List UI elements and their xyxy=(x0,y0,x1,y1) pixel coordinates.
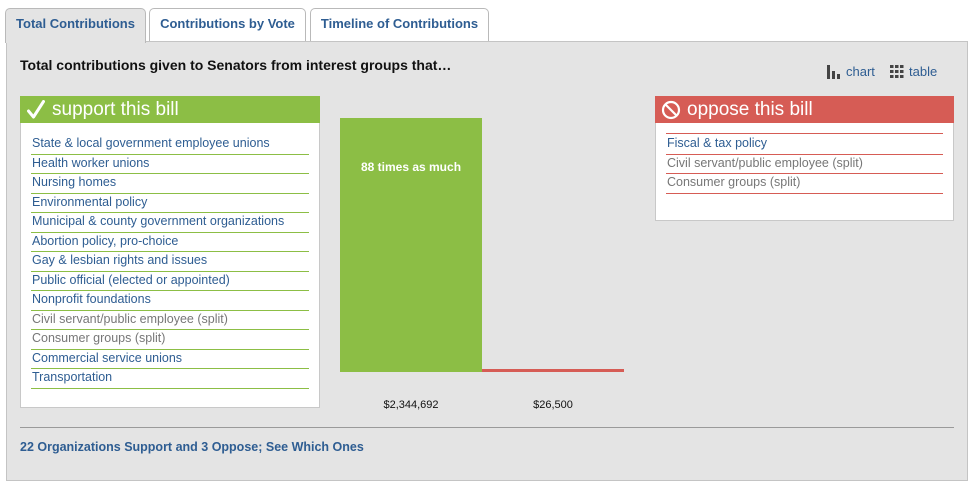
tab-timeline-of-contributions[interactable]: Timeline of Contributions xyxy=(310,8,489,41)
tab-total-contributions[interactable]: Total Contributions xyxy=(5,8,146,43)
org-link[interactable]: Environmental policy xyxy=(31,194,309,213)
oppose-list-divider xyxy=(666,133,943,134)
chart-bar-support: 88 times as much xyxy=(340,118,482,372)
table-view-label: table xyxy=(909,64,938,79)
org-link[interactable]: Gay & lesbian rights and issues xyxy=(31,252,309,272)
support-box: support this bill State & local governme… xyxy=(20,96,320,408)
oppose-header: oppose this bill xyxy=(655,96,954,123)
support-amount-label: $2,344,692 xyxy=(383,399,439,411)
org-link[interactable]: Nursing homes xyxy=(31,174,309,194)
org-link[interactable]: Public official (elected or appointed) xyxy=(31,272,309,291)
bar-chart-icon xyxy=(827,64,840,79)
chart-view-label: chart xyxy=(846,64,875,79)
support-header: support this bill xyxy=(20,96,320,123)
org-link[interactable]: Fiscal & tax policy xyxy=(666,135,943,155)
oppose-amount-label: $26,500 xyxy=(533,399,573,411)
org-link[interactable]: Health worker unions xyxy=(31,155,309,174)
table-view-toggle[interactable]: table xyxy=(890,64,937,79)
chart-view-toggle[interactable]: chart xyxy=(827,64,875,79)
org-link[interactable]: Transportation xyxy=(31,369,309,389)
chart-bar-oppose xyxy=(482,369,624,372)
org-link[interactable]: Civil servant/public employee (split) xyxy=(666,155,943,174)
oppose-org-list: Fiscal & tax policy Civil servant/public … xyxy=(666,135,943,194)
prohibited-icon xyxy=(661,99,681,121)
org-link[interactable]: Consumer groups (split) xyxy=(31,330,309,350)
org-link[interactable]: State & local government employee unions xyxy=(31,135,309,155)
panel-heading: Total contributions given to Senators fr… xyxy=(20,57,452,73)
see-organizations-link[interactable]: 22 Organizations Support and 3 Oppose; S… xyxy=(20,440,364,454)
org-link[interactable]: Commercial service unions xyxy=(31,350,309,369)
check-icon xyxy=(26,99,46,121)
oppose-title: oppose this bill xyxy=(687,98,813,120)
bar-annotation: 88 times as much xyxy=(360,160,462,174)
table-grid-icon xyxy=(890,65,904,78)
org-link[interactable]: Municipal & county government organizati… xyxy=(31,213,309,233)
org-link[interactable]: Abortion policy, pro-choice xyxy=(31,233,309,252)
contributions-panel: Total contributions given to Senators fr… xyxy=(6,41,968,481)
org-link[interactable]: Civil servant/public employee (split) xyxy=(31,311,309,330)
oppose-box: oppose this bill Fiscal & tax policy Civi… xyxy=(655,96,954,221)
support-title: support this bill xyxy=(52,98,179,120)
support-org-list: State & local government employee unions… xyxy=(31,135,309,389)
org-link[interactable]: Consumer groups (split) xyxy=(666,174,943,194)
tab-contributions-by-vote[interactable]: Contributions by Vote xyxy=(149,8,306,41)
org-link[interactable]: Nonprofit foundations xyxy=(31,291,309,311)
footer-divider xyxy=(20,427,954,428)
